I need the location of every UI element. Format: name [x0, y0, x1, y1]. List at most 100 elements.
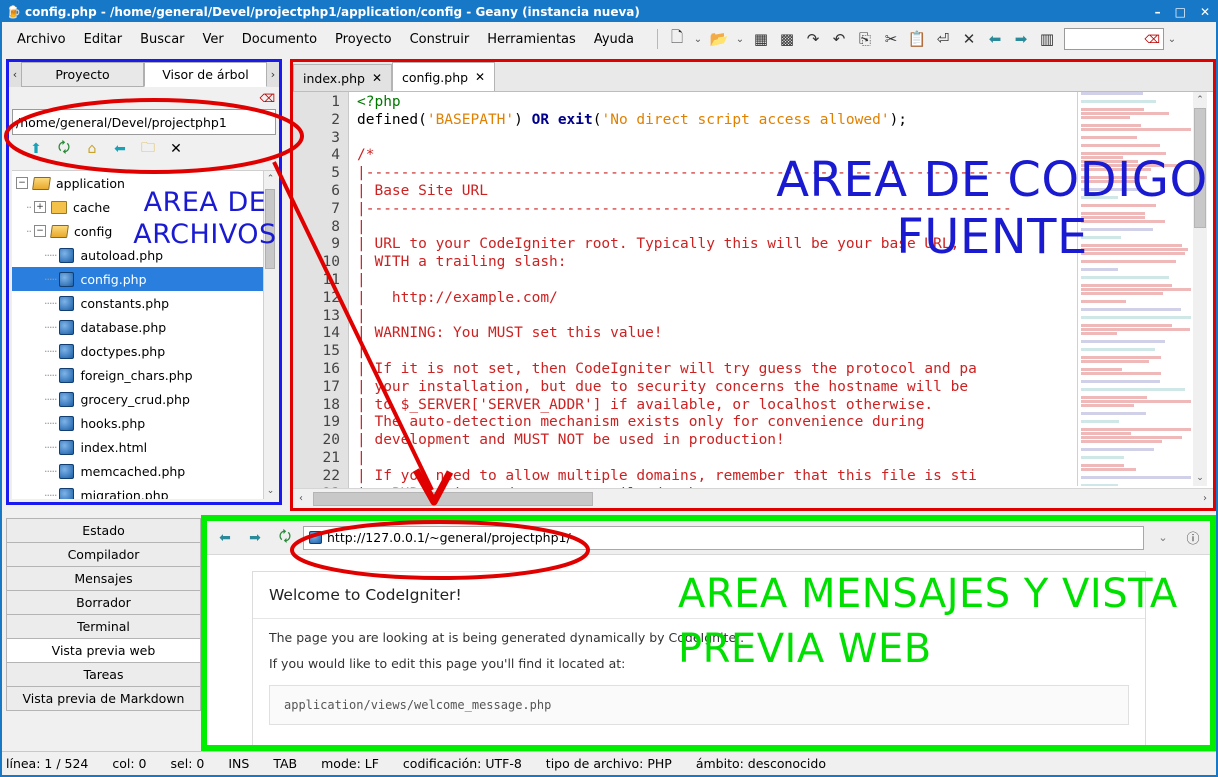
reload-icon[interactable]: ↷: [800, 26, 826, 52]
tree-item-hooks-php[interactable]: ····· hooks.php: [12, 411, 276, 435]
minimap-line: [1081, 484, 1118, 486]
msg-tab-borrador[interactable]: Borrador: [6, 590, 201, 615]
new-file-icon[interactable]: 🗋: [664, 26, 690, 52]
tree-item-memcached-php[interactable]: ····· memcached.php: [12, 459, 276, 483]
file-tree-scrollbar[interactable]: ⌃ ⌄: [263, 171, 276, 499]
url-dropdown-icon[interactable]: ⌄: [1150, 531, 1176, 544]
expander-icon[interactable]: −: [34, 225, 46, 237]
tree-item-foreign-chars-php[interactable]: ····· foreign_chars.php: [12, 363, 276, 387]
close-icon[interactable]: ✕: [372, 71, 382, 85]
tree-item-migration-php[interactable]: ····· migration.php: [12, 483, 276, 499]
forward-icon[interactable]: ➡: [243, 526, 267, 550]
tree-item-autoload-php[interactable]: ····· autoload.php: [12, 243, 276, 267]
sidebar-tabs-prev-arrow[interactable]: ‹: [9, 62, 21, 87]
msg-tab-vista-previa-markdown[interactable]: Vista previa de Markdown: [6, 686, 201, 711]
home-icon[interactable]: ⌂: [79, 137, 105, 161]
code-token: exit: [558, 112, 593, 128]
code-token: | http://example.com/: [357, 290, 558, 306]
expander-icon[interactable]: −: [16, 177, 28, 189]
back-icon[interactable]: ⬅: [982, 26, 1008, 52]
forward-icon[interactable]: ➡: [1008, 26, 1034, 52]
editor-tab-index-php[interactable]: index.php ✕: [293, 64, 392, 91]
compile-icon[interactable]: ▥: [1034, 26, 1060, 52]
menu-herramientas[interactable]: Herramientas: [478, 30, 585, 49]
undo-icon[interactable]: ↶: [826, 26, 852, 52]
cut-icon[interactable]: ✂: [878, 26, 904, 52]
editor-tab-config-php[interactable]: config.php ✕: [392, 62, 495, 91]
delete-icon[interactable]: ⏎: [930, 26, 956, 52]
new-file-dropdown-icon[interactable]: ⌄: [690, 26, 706, 52]
scrollbar-thumb[interactable]: [313, 492, 593, 506]
document-minimap[interactable]: [1077, 92, 1191, 486]
expander-icon[interactable]: +: [34, 201, 46, 213]
tree-item-config[interactable]: ·· − config: [12, 219, 276, 243]
menu-construir[interactable]: Construir: [401, 30, 479, 49]
menu-editar[interactable]: Editar: [75, 30, 132, 49]
menu-documento[interactable]: Documento: [233, 30, 326, 49]
back-icon[interactable]: ⬅: [107, 137, 133, 161]
info-icon[interactable]: ⓘ: [1182, 528, 1204, 547]
tree-item-application[interactable]: − application: [12, 171, 276, 195]
open-file-dropdown-icon[interactable]: ⌄: [732, 26, 748, 52]
menu-buscar[interactable]: Buscar: [131, 30, 193, 49]
sidebar-tabs-next-arrow[interactable]: ›: [267, 62, 279, 87]
tree-line: ·····: [44, 489, 56, 500]
scrollbar-track[interactable]: [309, 492, 1197, 506]
scroll-down-icon[interactable]: ⌄: [1193, 470, 1207, 486]
msg-tab-terminal[interactable]: Terminal: [6, 614, 201, 639]
close-button[interactable]: ✕: [1200, 2, 1210, 22]
copy-icon[interactable]: ⎘: [852, 26, 878, 52]
sidebar-tab-proyecto[interactable]: Proyecto: [21, 62, 144, 87]
scroll-down-icon[interactable]: ⌄: [264, 483, 276, 499]
toolbar-search-input[interactable]: ⌫: [1064, 28, 1164, 50]
tree-item-doctypes-php[interactable]: ····· doctypes.php: [12, 339, 276, 363]
sidebar-close-icon[interactable]: ⌫: [259, 92, 275, 105]
msg-tab-compilador[interactable]: Compilador: [6, 542, 201, 567]
clear-icon[interactable]: ✕: [163, 137, 189, 161]
search-clear-icon[interactable]: ⌫: [1144, 33, 1160, 46]
minimap-line: [1081, 204, 1156, 207]
scroll-right-icon[interactable]: ›: [1197, 493, 1213, 504]
maximize-button[interactable]: □: [1175, 2, 1186, 22]
status-eol-mode: mode: LF: [321, 756, 379, 771]
sidebar-tab-visor-de-arbol[interactable]: Visor de árbol: [144, 62, 267, 87]
tree-item-index-html[interactable]: ····· index.html: [12, 435, 276, 459]
search-dropdown-icon[interactable]: ⌄: [1164, 26, 1180, 52]
editor-horizontal-scrollbar[interactable]: ‹ ›: [293, 488, 1213, 508]
open-file-icon[interactable]: 📂: [706, 26, 732, 52]
url-input[interactable]: http://127.0.0.1/~general/projectphp1/: [303, 526, 1144, 550]
msg-tab-vista-previa-web[interactable]: Vista previa web: [6, 638, 201, 663]
save-all-icon[interactable]: ▩: [774, 26, 800, 52]
save-icon[interactable]: ▦: [748, 26, 774, 52]
msg-tab-tareas[interactable]: Tareas: [6, 662, 201, 687]
menu-ver[interactable]: Ver: [194, 30, 233, 49]
tree-item-cache[interactable]: ·· + cache: [12, 195, 276, 219]
folder-icon[interactable]: 🗀: [135, 137, 161, 161]
paste-icon[interactable]: 📋: [904, 26, 930, 52]
msg-tab-estado[interactable]: Estado: [6, 518, 201, 543]
minimize-button[interactable]: –: [1155, 2, 1161, 22]
path-input[interactable]: /home/general/Devel/projectphp1: [12, 109, 276, 135]
menu-ayuda[interactable]: Ayuda: [585, 30, 643, 49]
minimap-line: [1081, 404, 1134, 407]
scroll-up-icon[interactable]: ⌃: [264, 171, 276, 187]
close-document-icon[interactable]: ✕: [956, 26, 982, 52]
editor-vertical-scrollbar[interactable]: ⌃ ⌄: [1193, 92, 1207, 486]
back-icon[interactable]: ⬅: [213, 526, 237, 550]
reload-icon[interactable]: 🗘: [273, 526, 297, 550]
scroll-left-icon[interactable]: ‹: [293, 493, 309, 504]
tree-item-grocery-crud-php[interactable]: ····· grocery_crud.php: [12, 387, 276, 411]
file-tree[interactable]: − application ·· + cache ·· − config ···: [12, 170, 276, 499]
tree-item-config-php[interactable]: ····· config.php: [12, 267, 276, 291]
scrollbar-thumb[interactable]: [1194, 108, 1206, 228]
msg-tab-mensajes[interactable]: Mensajes: [6, 566, 201, 591]
tree-item-constants-php[interactable]: ····· constants.php: [12, 291, 276, 315]
tree-item-database-php[interactable]: ····· database.php: [12, 315, 276, 339]
scroll-up-icon[interactable]: ⌃: [1193, 92, 1207, 108]
close-icon[interactable]: ✕: [475, 70, 485, 84]
refresh-icon[interactable]: 🗘: [51, 137, 77, 161]
up-folder-icon[interactable]: ⬆: [23, 137, 49, 161]
scrollbar-thumb[interactable]: [265, 189, 275, 269]
menu-archivo[interactable]: Archivo: [8, 30, 75, 49]
menu-proyecto[interactable]: Proyecto: [326, 30, 401, 49]
